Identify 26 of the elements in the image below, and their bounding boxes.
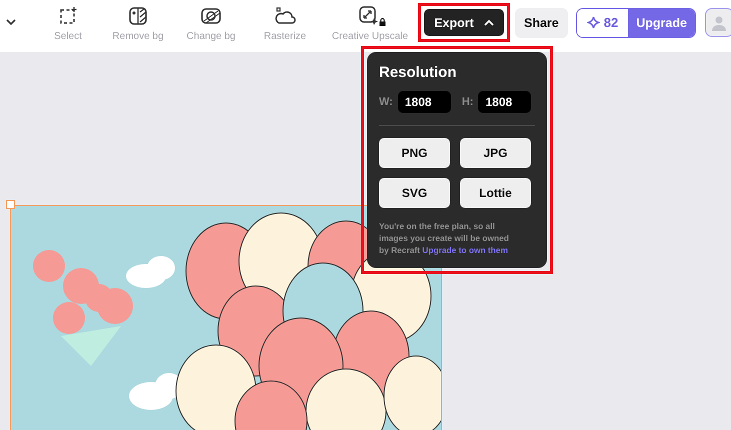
- user-silhouette-icon: [711, 14, 728, 30]
- format-button[interactable]: SVG: [379, 178, 450, 208]
- selection-handle[interactable]: [6, 200, 15, 209]
- width-field[interactable]: 1808: [398, 91, 451, 113]
- image-swap-icon: [200, 6, 222, 26]
- split-image-icon: [128, 6, 148, 26]
- format-button[interactable]: Lottie: [460, 178, 531, 208]
- avatar-button[interactable]: [704, 8, 731, 37]
- credits-text: 82: [604, 15, 618, 30]
- chevron-down-icon[interactable]: [6, 19, 16, 26]
- credits-upgrade-control[interactable]: 82 Upgrade: [576, 8, 696, 38]
- cloud-pixel-icon: [274, 6, 296, 26]
- share-button[interactable]: Share: [515, 8, 568, 38]
- plan-note: You're on the free plan, so all images you create will be owned by Recraft Upgrade to own them: [379, 220, 510, 256]
- upgrade-button[interactable]: Upgrade: [628, 8, 695, 36]
- upgrade-link[interactable]: Upgrade to own them: [422, 245, 508, 255]
- format-button[interactable]: JPG: [460, 138, 531, 168]
- selection-icon: [58, 6, 78, 26]
- height-field[interactable]: 1808: [478, 91, 532, 113]
- export-button[interactable]: Export: [424, 9, 504, 36]
- height-label: H:: [462, 96, 474, 108]
- menu-title: Resolution: [379, 64, 458, 81]
- format-button[interactable]: PNG: [379, 138, 450, 168]
- chevron-up-icon: [484, 19, 494, 26]
- width-label: W:: [379, 96, 393, 108]
- diamond-sparkle-icon: [586, 16, 600, 29]
